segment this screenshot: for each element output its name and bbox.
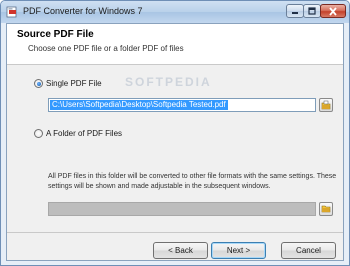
close-button[interactable]: [320, 4, 346, 18]
single-file-radio[interactable]: [34, 79, 43, 88]
single-file-label[interactable]: Single PDF File: [46, 79, 102, 88]
page-subtitle: Choose one PDF file or a folder PDF of f…: [28, 44, 184, 53]
softpedia-watermark: SOFTPEDIA: [125, 75, 212, 89]
maximize-icon: [308, 7, 316, 15]
pdf-converter-icon: [6, 6, 17, 18]
window-title: PDF Converter for Windows 7: [23, 6, 143, 16]
open-file-icon: [321, 100, 331, 110]
folder-icon: [321, 205, 331, 213]
folder-label[interactable]: A Folder of PDF Files: [46, 129, 122, 138]
title-bar[interactable]: PDF Converter for Windows 7: [1, 1, 349, 23]
page-title: Source PDF File: [17, 29, 94, 40]
single-file-path-text: C:\Users\Softpedia\Desktop\Softpedia Tes…: [50, 100, 228, 110]
single-file-path-input[interactable]: C:\Users\Softpedia\Desktop\Softpedia Tes…: [48, 98, 316, 112]
next-button[interactable]: Next >: [211, 242, 266, 259]
minimize-icon: [292, 12, 298, 14]
browse-file-button[interactable]: [319, 98, 333, 112]
app-window: PDF Converter for Windows 7 Source PDF F…: [0, 0, 350, 266]
browse-folder-button[interactable]: [319, 202, 333, 216]
folder-info-text: All PDF files in this folder will be con…: [48, 173, 337, 190]
folder-radio[interactable]: [34, 129, 43, 138]
back-button[interactable]: < Back: [153, 242, 208, 259]
maximize-button[interactable]: [303, 4, 321, 18]
close-icon: [329, 7, 337, 16]
wizard-header: Source PDF File Choose one PDF file or a…: [7, 24, 343, 65]
wizard-client-area: Source PDF File Choose one PDF file or a…: [6, 23, 344, 261]
minimize-button[interactable]: [286, 4, 304, 18]
folder-path-input: [48, 202, 316, 216]
cancel-button[interactable]: Cancel: [281, 242, 336, 259]
footer-divider: [7, 232, 343, 233]
